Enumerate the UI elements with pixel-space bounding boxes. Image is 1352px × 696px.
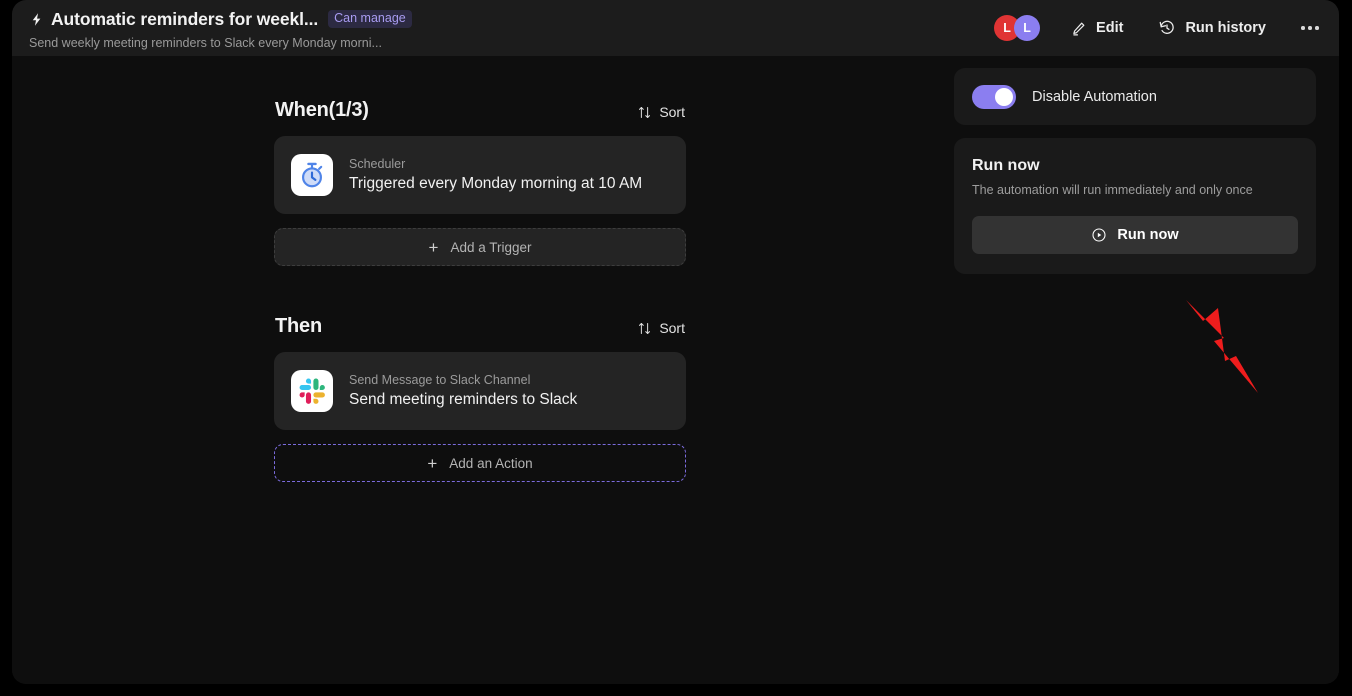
run-now-description: The automation will run immediately and … — [972, 183, 1253, 197]
automation-flow: When(1/3) Sort Scheduler Triggered every… — [274, 92, 686, 482]
run-history-button[interactable]: Run history — [1154, 13, 1270, 43]
plus-icon: + — [428, 237, 439, 257]
then-section-title: Then — [275, 315, 322, 337]
page-subtitle: Send weekly meeting reminders to Slack e… — [29, 36, 382, 50]
lightning-bolt-icon — [29, 12, 44, 27]
more-options-icon[interactable] — [1297, 15, 1323, 41]
then-sort-label: Sort — [659, 320, 685, 336]
action-kind: Send Message to Slack Channel — [349, 373, 531, 387]
then-sort-button[interactable]: Sort — [637, 320, 685, 338]
run-now-button[interactable]: Run now — [972, 216, 1298, 254]
when-sort-label: Sort — [659, 104, 685, 120]
permission-badge: Can manage — [328, 10, 412, 28]
when-section: When(1/3) Sort Scheduler Triggered every… — [274, 92, 686, 266]
scheduler-stopwatch-icon — [291, 154, 333, 196]
dot — [1301, 26, 1305, 30]
add-action-button[interactable]: + Add an Action — [274, 444, 686, 482]
when-sort-button[interactable]: Sort — [637, 104, 685, 122]
disable-automation-label: Disable Automation — [1032, 88, 1157, 105]
trigger-kind: Scheduler — [349, 157, 406, 171]
window-header: Automatic reminders for weekl... Can man… — [12, 0, 1339, 56]
when-section-header: When(1/3) Sort — [274, 92, 686, 122]
then-section: Then Sort Send Message to Slack Channel … — [274, 308, 686, 482]
toggle-knob — [995, 87, 1013, 106]
header-actions: L L Edit Run history — [994, 0, 1325, 56]
trigger-card[interactable]: Scheduler Triggered every Monday morning… — [274, 136, 686, 214]
then-section-header: Then Sort — [274, 308, 686, 338]
run-history-button-label: Run history — [1185, 20, 1266, 36]
action-name: Send meeting reminders to Slack — [349, 391, 578, 408]
edit-button[interactable]: Edit — [1066, 14, 1127, 43]
run-now-title: Run now — [972, 157, 1040, 174]
automation-side-panel: Disable Automation Run now The automatio… — [954, 68, 1316, 274]
trigger-card-texts: Scheduler Triggered every Monday morning… — [349, 157, 642, 193]
collaborator-avatars[interactable]: L L — [994, 15, 1041, 41]
red-pointer-arrow — [1172, 294, 1272, 399]
disable-automation-toggle[interactable] — [972, 84, 1016, 109]
automation-detail-window: Automatic reminders for weekl... Can man… — [12, 0, 1339, 684]
sort-arrows-icon — [637, 105, 652, 120]
run-now-card: Run now The automation will run immediat… — [954, 138, 1316, 274]
add-action-label: Add an Action — [449, 455, 533, 471]
when-section-title: When(1/3) — [275, 99, 369, 121]
action-card-texts: Send Message to Slack Channel Send meeti… — [349, 373, 577, 409]
disable-automation-card: Disable Automation — [954, 68, 1316, 125]
avatar[interactable]: L — [1014, 15, 1041, 41]
window-body: When(1/3) Sort Scheduler Triggered every… — [12, 56, 1339, 684]
add-trigger-label: Add a Trigger — [450, 239, 532, 255]
pencil-icon — [1070, 20, 1087, 37]
trigger-name: Triggered every Monday morning at 10 AM — [349, 175, 643, 192]
add-trigger-button[interactable]: + Add a Trigger — [274, 228, 686, 266]
run-now-button-label: Run now — [1117, 227, 1179, 243]
dot — [1315, 26, 1319, 30]
slack-icon — [291, 370, 333, 412]
page-title: Automatic reminders for weekl... — [51, 8, 319, 29]
plus-icon: + — [427, 453, 438, 473]
play-circle-icon — [1091, 227, 1107, 243]
dot — [1308, 26, 1312, 30]
edit-button-label: Edit — [1096, 20, 1124, 36]
title-row: Automatic reminders for weekl... Can man… — [29, 8, 412, 30]
action-card[interactable]: Send Message to Slack Channel Send meeti… — [274, 352, 686, 430]
sort-arrows-icon — [637, 321, 652, 336]
header-title-block: Automatic reminders for weekl... Can man… — [29, 8, 412, 50]
history-icon — [1158, 19, 1176, 37]
